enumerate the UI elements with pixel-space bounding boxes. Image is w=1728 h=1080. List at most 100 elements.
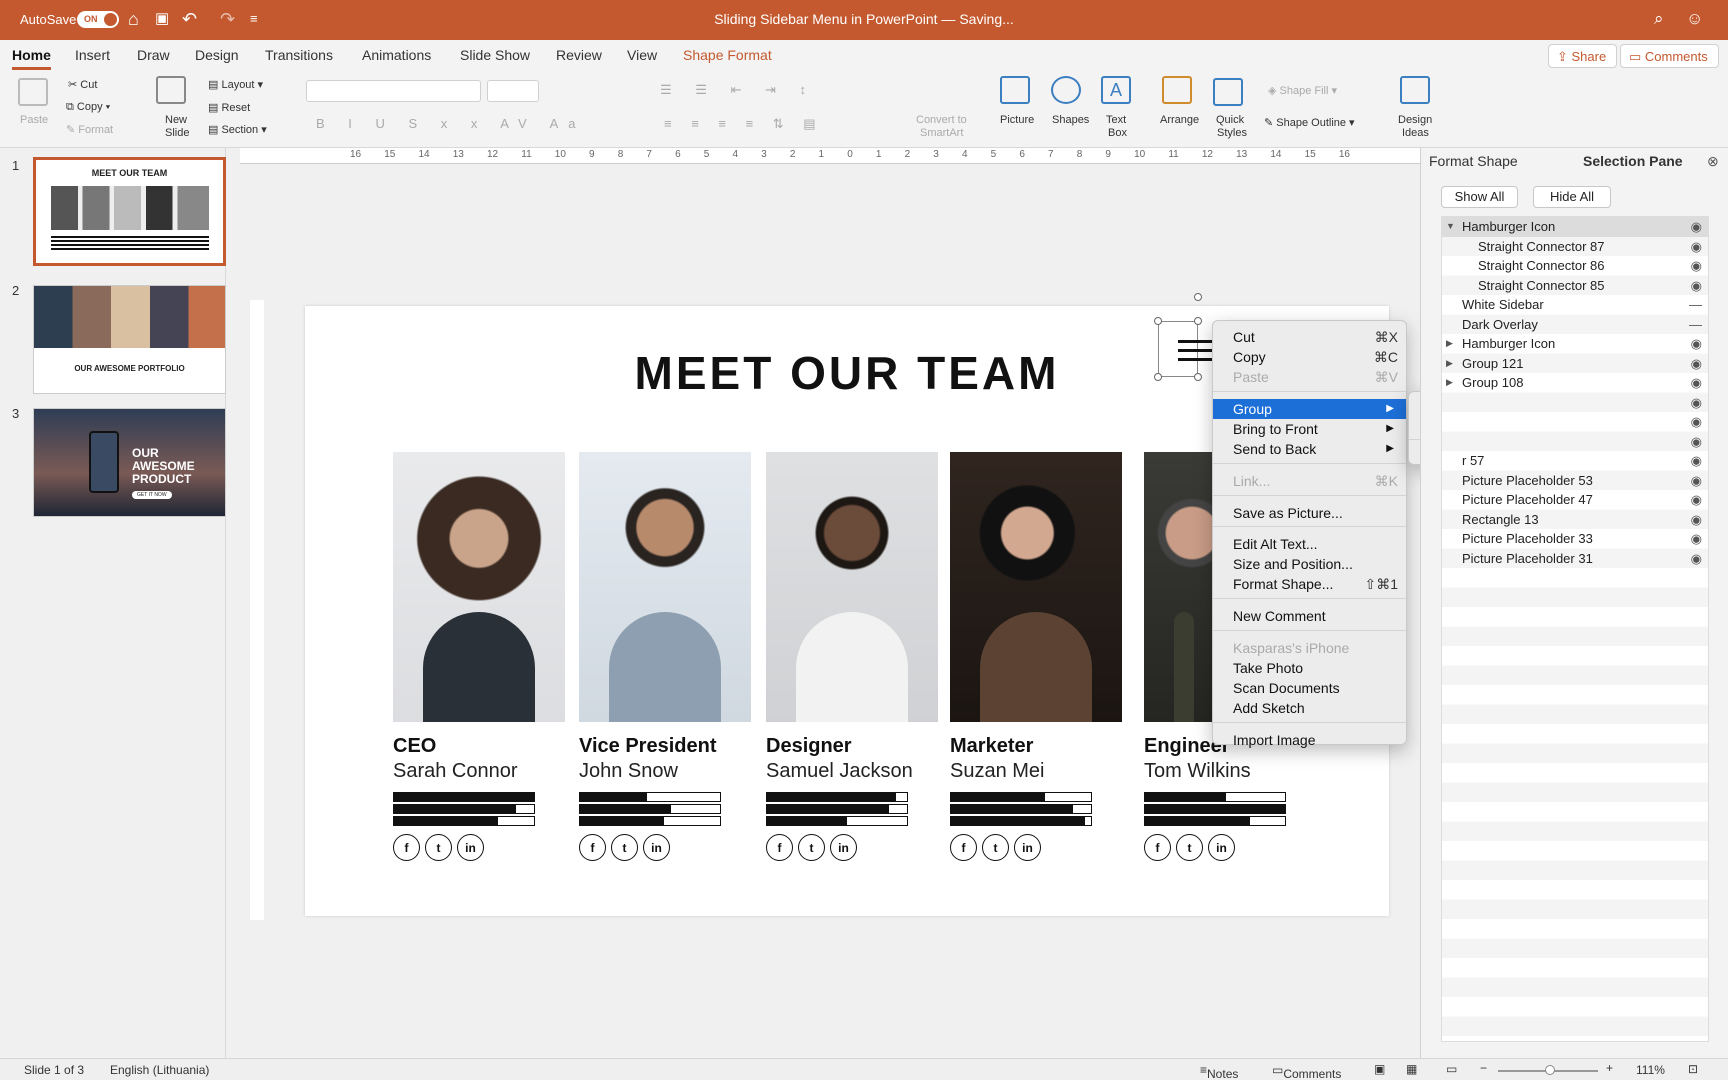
- selection-list-item[interactable]: Straight Connector 86 ◉: [1442, 256, 1708, 276]
- facebook-icon[interactable]: f: [950, 834, 977, 861]
- eye-icon[interactable]: ◉: [1691, 237, 1702, 257]
- share-button[interactable]: ⇪ Share: [1548, 44, 1618, 68]
- convert-smartart-label-2[interactable]: SmartArt: [920, 127, 963, 139]
- selection-list-item[interactable]: White Sidebar —: [1442, 295, 1708, 315]
- member-role[interactable]: CEO: [393, 735, 565, 758]
- zoom-out-icon[interactable]: −: [1480, 1061, 1487, 1075]
- hidden-dash-icon[interactable]: —: [1689, 315, 1702, 335]
- slide-thumbnail-1[interactable]: MEET OUR TEAM: [33, 157, 226, 266]
- selection-list-item[interactable]: ◉: [1442, 393, 1708, 413]
- team-member-card[interactable]: Vice President John Snow f t in: [579, 452, 751, 861]
- resize-handle[interactable]: [1194, 373, 1202, 381]
- team-member-photo[interactable]: [766, 452, 938, 722]
- eye-icon[interactable]: ◉: [1691, 451, 1702, 471]
- selection-list-item[interactable]: r 57 ◉: [1442, 451, 1708, 471]
- eye-icon[interactable]: ◉: [1691, 412, 1702, 432]
- team-member-photo[interactable]: [579, 452, 751, 722]
- linkedin-icon[interactable]: in: [830, 834, 857, 861]
- context-menu-item[interactable]: Cut ⌘X: [1213, 327, 1406, 347]
- font-style-buttons[interactable]: B I U S x x AV Aa: [316, 116, 585, 131]
- paste-button[interactable]: Paste: [20, 114, 48, 126]
- show-all-button[interactable]: Show All: [1441, 186, 1518, 208]
- eye-icon[interactable]: ◉: [1691, 334, 1702, 354]
- selection-list-item[interactable]: ▶ Hamburger Icon ◉: [1442, 334, 1708, 354]
- arrange-button[interactable]: Arrange: [1160, 114, 1199, 126]
- section-button[interactable]: ▤ Section ▾: [208, 123, 267, 136]
- align-buttons[interactable]: ≡ ≡ ≡ ≡ ⇅ ▤: [664, 116, 824, 132]
- eye-icon[interactable]: ◉: [1691, 490, 1702, 510]
- comments-button[interactable]: ▭ Comments: [1620, 44, 1719, 68]
- new-slide-icon[interactable]: [156, 76, 186, 104]
- eye-icon[interactable]: ◉: [1691, 432, 1702, 452]
- tab-view[interactable]: View: [627, 47, 657, 63]
- facebook-icon[interactable]: f: [393, 834, 420, 861]
- tab-transitions[interactable]: Transitions: [265, 47, 333, 63]
- tab-slide-show[interactable]: Slide Show: [460, 47, 530, 63]
- context-menu-item[interactable]: Format Shape... ⇧⌘1: [1213, 574, 1406, 594]
- member-name[interactable]: Suzan Mei: [950, 760, 1122, 783]
- tab-draw[interactable]: Draw: [137, 47, 170, 63]
- tab-shape-format[interactable]: Shape Format: [683, 47, 772, 63]
- member-name[interactable]: John Snow: [579, 760, 751, 783]
- eye-icon[interactable]: ◉: [1691, 471, 1702, 491]
- cut-button[interactable]: ✂ Cut: [68, 78, 97, 91]
- context-menu-item[interactable]: Size and Position...: [1213, 554, 1406, 574]
- text-box-label-1[interactable]: Text: [1106, 114, 1126, 126]
- eye-icon[interactable]: ◉: [1691, 529, 1702, 549]
- comments-status-button[interactable]: ▭ Comments: [1272, 1063, 1341, 1080]
- quick-styles-icon[interactable]: [1213, 78, 1243, 106]
- selection-list-item[interactable]: Picture Placeholder 31 ◉: [1442, 549, 1708, 569]
- twitter-icon[interactable]: t: [982, 834, 1009, 861]
- selection-list-item[interactable]: ▶ Group 108 ◉: [1442, 373, 1708, 393]
- team-member-photo[interactable]: [950, 452, 1122, 722]
- list-buttons[interactable]: ☰ ☰ ⇤ ⇥ ↕: [660, 82, 816, 98]
- context-menu-item[interactable]: Add Sketch: [1213, 698, 1406, 718]
- shapes-icon[interactable]: [1051, 76, 1081, 104]
- font-family-field[interactable]: [306, 80, 481, 102]
- notes-button[interactable]: ≡ Notes: [1200, 1063, 1238, 1080]
- normal-view-icon[interactable]: ▣: [1374, 1062, 1385, 1076]
- convert-smartart-label-1[interactable]: Convert to: [916, 114, 967, 126]
- linkedin-icon[interactable]: in: [1014, 834, 1041, 861]
- team-member-photo[interactable]: [393, 452, 565, 722]
- slide-sorter-icon[interactable]: ▦: [1406, 1062, 1417, 1076]
- selection-list-item[interactable]: Straight Connector 87 ◉: [1442, 237, 1708, 257]
- new-slide-label-2[interactable]: Slide: [165, 127, 189, 139]
- context-menu-item[interactable]: New Comment: [1213, 606, 1406, 626]
- twitter-icon[interactable]: t: [1176, 834, 1203, 861]
- rotate-handle[interactable]: [1194, 293, 1202, 301]
- team-member-card[interactable]: Designer Samuel Jackson f t in: [766, 452, 938, 861]
- expand-triangle-icon[interactable]: ▼: [1446, 217, 1455, 237]
- reading-view-icon[interactable]: ▭: [1446, 1062, 1457, 1076]
- text-box-label-2[interactable]: Box: [1108, 127, 1127, 139]
- text-box-icon[interactable]: A: [1101, 76, 1131, 104]
- format-painter-button[interactable]: ✎ Format: [66, 123, 113, 136]
- eye-icon[interactable]: ◉: [1691, 549, 1702, 569]
- eye-icon[interactable]: ◉: [1691, 393, 1702, 413]
- language-indicator[interactable]: English (Lithuania): [110, 1063, 209, 1077]
- linkedin-icon[interactable]: in: [457, 834, 484, 861]
- member-role[interactable]: Designer: [766, 735, 938, 758]
- layout-button[interactable]: ▤ Layout ▾: [208, 78, 263, 91]
- context-menu-item[interactable]: Copy ⌘C: [1213, 347, 1406, 367]
- eye-icon[interactable]: ◉: [1691, 510, 1702, 530]
- member-name[interactable]: Samuel Jackson: [766, 760, 938, 783]
- facebook-icon[interactable]: f: [1144, 834, 1171, 861]
- linkedin-icon[interactable]: in: [1208, 834, 1235, 861]
- facebook-icon[interactable]: f: [766, 834, 793, 861]
- paste-icon[interactable]: [18, 78, 48, 106]
- zoom-slider-thumb[interactable]: [1545, 1065, 1555, 1075]
- account-icon[interactable]: ☺: [1686, 9, 1703, 29]
- close-icon[interactable]: ⊗: [1707, 153, 1719, 170]
- context-menu-item[interactable]: Bring to Front ▶: [1213, 419, 1406, 439]
- facebook-icon[interactable]: f: [579, 834, 606, 861]
- twitter-icon[interactable]: t: [798, 834, 825, 861]
- member-role[interactable]: Vice President: [579, 735, 751, 758]
- hide-all-button[interactable]: Hide All: [1533, 186, 1611, 208]
- team-member-card[interactable]: Marketer Suzan Mei f t in: [950, 452, 1122, 861]
- team-member-card[interactable]: CEO Sarah Connor f t in: [393, 452, 565, 861]
- selection-list-item[interactable]: ▶ Group 121 ◉: [1442, 354, 1708, 374]
- hidden-dash-icon[interactable]: —: [1689, 295, 1702, 315]
- linkedin-icon[interactable]: in: [643, 834, 670, 861]
- eye-icon[interactable]: ◉: [1691, 276, 1702, 296]
